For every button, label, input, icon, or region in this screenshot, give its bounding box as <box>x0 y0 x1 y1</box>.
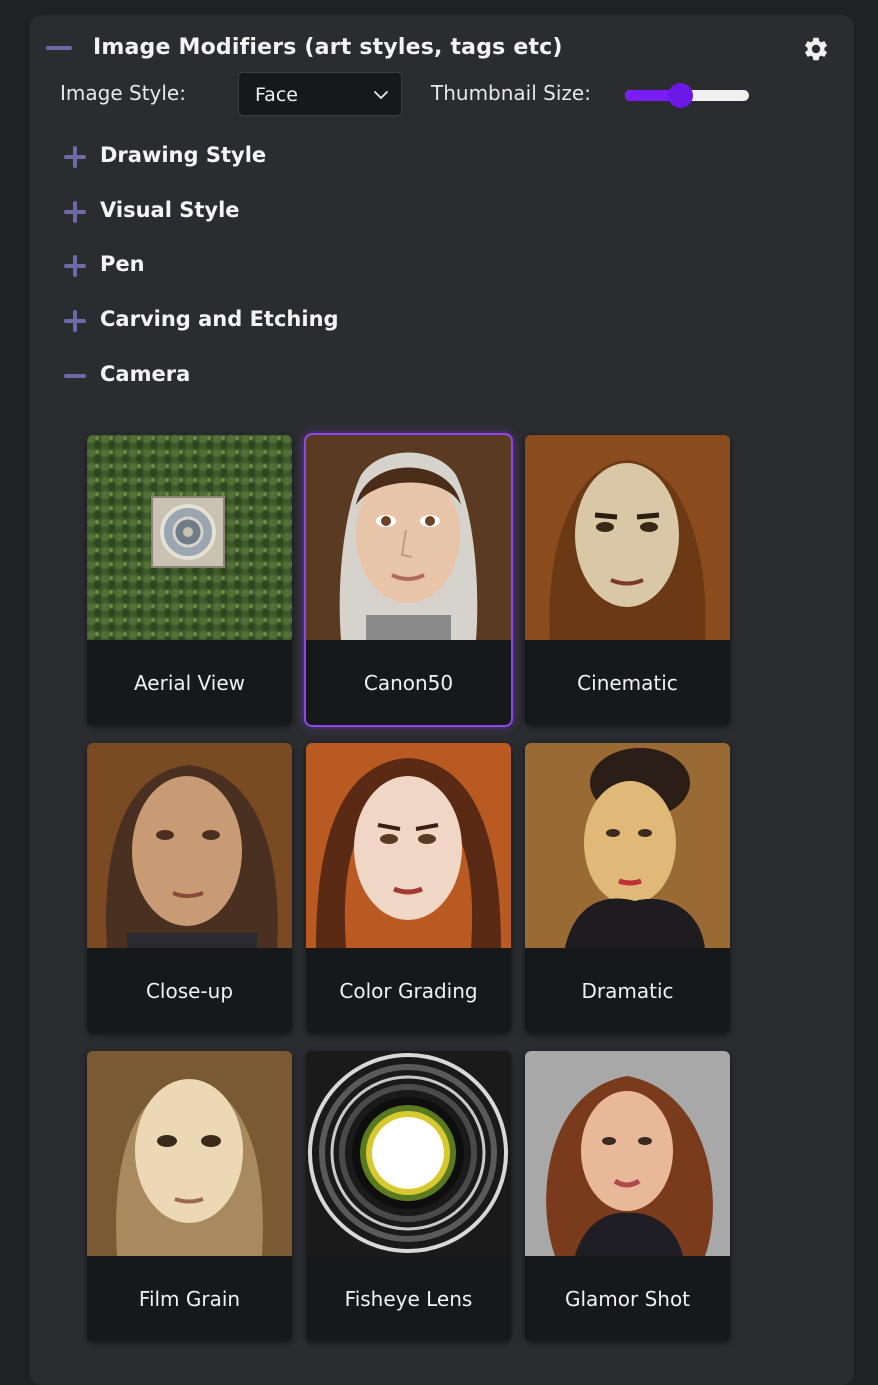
section-carving-and-etching[interactable]: Carving and Etching <box>63 306 463 336</box>
card-label: Cinematic <box>577 671 678 695</box>
card-label: Fisheye Lens <box>344 1287 473 1311</box>
modifier-card-close-up[interactable]: Close-up <box>87 743 292 1033</box>
section-label: Carving and Etching <box>100 307 339 331</box>
panel-header[interactable]: Image Modifiers (art styles, tags etc) <box>30 35 854 63</box>
image-style-label: Image Style: <box>60 81 186 105</box>
section-label: Drawing Style <box>100 143 267 167</box>
card-label: Dramatic <box>581 979 674 1003</box>
section-pen[interactable]: Pen <box>63 251 463 281</box>
color-grading-thumbnail <box>306 743 511 948</box>
dramatic-thumbnail <box>525 743 730 948</box>
modifier-card-dramatic[interactable]: Dramatic <box>525 743 730 1033</box>
section-drawing-style[interactable]: Drawing Style <box>63 142 463 172</box>
card-label: Canon50 <box>363 671 454 695</box>
panel-title: Image Modifiers (art styles, tags etc) <box>93 35 563 60</box>
close-up-thumbnail <box>87 743 292 948</box>
aerial-view-thumbnail <box>87 435 292 640</box>
canon50-thumbnail <box>306 435 511 640</box>
modifier-card-cinematic[interactable]: Cinematic <box>525 435 730 725</box>
plus-icon <box>63 200 87 224</box>
card-label: Color Grading <box>339 979 478 1003</box>
gear-icon[interactable] <box>802 35 830 63</box>
section-label: Pen <box>100 252 145 276</box>
fisheye-lens-thumbnail <box>306 1051 511 1256</box>
card-label: Aerial View <box>133 671 246 695</box>
modifier-card-glamor-shot[interactable]: Glamor Shot <box>525 1051 730 1341</box>
controls-row: Image Style: Face Thumbnail Size: <box>60 71 840 119</box>
section-visual-style[interactable]: Visual Style <box>63 197 463 227</box>
section-camera[interactable]: Camera <box>63 361 463 391</box>
slider-thumb[interactable] <box>668 83 694 108</box>
card-label: Glamor Shot <box>564 1287 691 1311</box>
card-label: Film Grain <box>138 1287 241 1311</box>
section-label: Camera <box>100 362 191 386</box>
plus-icon <box>63 309 87 333</box>
section-label: Visual Style <box>100 198 240 222</box>
modifier-card-aerial-view[interactable]: Aerial View <box>87 435 292 725</box>
cinematic-thumbnail <box>525 435 730 640</box>
thumbnail-size-slider[interactable] <box>625 83 749 108</box>
collapse-icon[interactable] <box>46 46 72 50</box>
chevron-down-icon <box>374 91 388 99</box>
minus-icon <box>63 364 87 388</box>
image-style-value: Face <box>255 84 298 106</box>
modifier-card-film-grain[interactable]: Film Grain <box>87 1051 292 1341</box>
thumbnail-size-label: Thumbnail Size: <box>431 81 591 105</box>
modifier-card-canon50[interactable]: Canon50 <box>306 435 511 725</box>
modifier-card-color-grading[interactable]: Color Grading <box>306 743 511 1033</box>
modifier-card-fisheye-lens[interactable]: Fisheye Lens <box>306 1051 511 1341</box>
plus-icon <box>63 254 87 278</box>
glamor-shot-thumbnail <box>525 1051 730 1256</box>
card-label: Close-up <box>145 979 234 1003</box>
plus-icon <box>63 145 87 169</box>
image-style-select[interactable]: Face <box>238 72 402 116</box>
film-grain-thumbnail <box>87 1051 292 1256</box>
image-modifiers-panel: Image Modifiers (art styles, tags etc) I… <box>30 15 854 1385</box>
